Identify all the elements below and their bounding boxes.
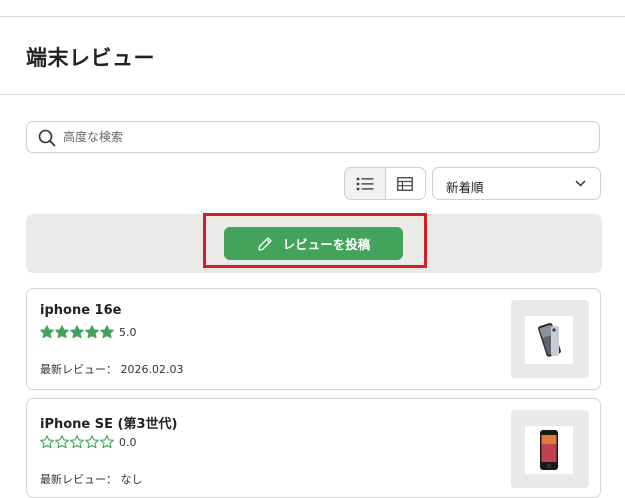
search-box[interactable]	[26, 121, 600, 153]
star-icon	[40, 435, 54, 449]
star-icon	[100, 435, 114, 449]
review-card[interactable]: iPhone SE (第3世代) 0.0 最新レビュー： なし	[26, 398, 601, 498]
latest-review-date: 最新レビュー： 2026.02.03	[40, 363, 184, 376]
device-thumbnail	[511, 300, 589, 378]
device-thumbnail	[511, 410, 589, 488]
chevron-down-icon	[575, 180, 586, 187]
star-icon	[40, 325, 54, 339]
search-input[interactable]	[63, 128, 583, 146]
star-rating: 5.0	[40, 325, 137, 339]
latest-review-date: 最新レビュー： なし	[40, 473, 143, 486]
star-icon	[55, 435, 69, 449]
page-title: 端末レビュー	[26, 46, 155, 70]
star-icon	[70, 435, 84, 449]
rating-value: 5.0	[119, 325, 137, 339]
star-icon	[100, 325, 114, 339]
star-rating: 0.0	[40, 435, 137, 449]
search-icon	[38, 129, 56, 147]
list-view-button[interactable]	[345, 168, 385, 199]
sort-selected-label: 新着順	[446, 180, 484, 195]
device-name: iphone 16e	[40, 303, 122, 318]
top-divider	[0, 16, 625, 17]
device-name: iPhone SE (第3世代)	[40, 417, 178, 432]
highlight-box	[203, 213, 427, 268]
star-icon	[70, 325, 84, 339]
star-icon	[55, 325, 69, 339]
stars	[40, 325, 115, 339]
sort-select[interactable]: 新着順	[432, 167, 601, 200]
review-card[interactable]: iphone 16e 5.0 最新レビュー： 2026.02.03	[26, 288, 601, 390]
star-icon	[85, 435, 99, 449]
star-icon	[85, 325, 99, 339]
stars	[40, 435, 115, 449]
list-icon	[356, 177, 374, 190]
table-view-button[interactable]	[384, 168, 426, 199]
phone-image	[540, 430, 558, 470]
header-divider	[0, 94, 625, 95]
view-toggle	[344, 167, 426, 200]
rating-value: 0.0	[119, 435, 137, 449]
table-icon	[397, 176, 414, 191]
phone-image	[538, 322, 561, 357]
